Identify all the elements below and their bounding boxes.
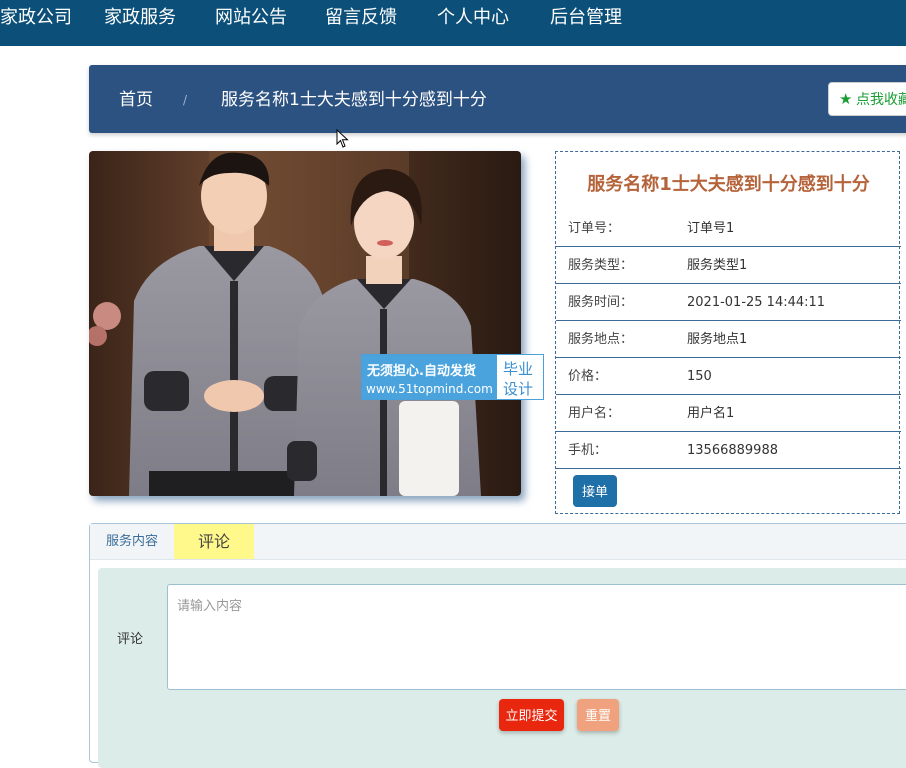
submit-button[interactable]: 立即提交 <box>499 699 564 731</box>
detail-value: 13566889988 <box>687 443 778 458</box>
detail-label: 服务类型： <box>568 258 634 273</box>
detail-label: 服务时间： <box>568 295 634 310</box>
detail-row-username: 用户名： 用户名1 <box>556 395 901 432</box>
nav-item-feedback[interactable]: 留言反馈 <box>325 0 397 36</box>
detail-value: 订单号1 <box>687 221 735 236</box>
detail-value: 服务类型1 <box>687 258 748 273</box>
comment-label: 评论 <box>117 632 144 647</box>
tab-bar: 服务内容 评论 <box>90 524 906 560</box>
breadcrumb-separator: / <box>183 93 188 107</box>
detail-row-phone: 手机： 13566889988 <box>556 432 901 469</box>
watermark-line1: 无须担心.自动发货 <box>367 364 476 379</box>
service-title: 服务名称1士大夫感到十分感到十分 <box>587 174 870 195</box>
mouse-cursor-icon <box>336 128 350 153</box>
nav-item-announcements[interactable]: 网站公告 <box>215 0 287 36</box>
star-icon: ★ <box>839 90 853 108</box>
favorite-button[interactable]: ★ 点我收藏 <box>828 82 906 116</box>
detail-value: 2021-01-25 14:44:11 <box>687 295 826 310</box>
detail-label: 服务地点： <box>568 332 634 347</box>
breadcrumb: 首页 / 服务名称1士大夫感到十分感到十分 <box>89 65 906 133</box>
detail-value: 用户名1 <box>687 406 735 421</box>
detail-value: 150 <box>687 369 712 384</box>
top-navbar: 家政公司 家政服务 网站公告 留言反馈 个人中心 后台管理 <box>0 0 906 46</box>
favorite-button-label: 点我收藏 <box>856 92 906 108</box>
detail-row-time: 服务时间： 2021-01-25 14:44:11 <box>556 284 901 321</box>
detail-label: 用户名： <box>568 406 621 421</box>
watermark-side1: 毕业 <box>503 360 534 378</box>
service-image <box>89 151 521 496</box>
nav-item-personal-center[interactable]: 个人中心 <box>437 0 509 36</box>
tab-comment[interactable]: 评论 <box>174 524 254 559</box>
detail-row-type: 服务类型： 服务类型1 <box>556 247 901 284</box>
nav-item-admin[interactable]: 后台管理 <box>550 0 622 36</box>
detail-row-location: 服务地点： 服务地点1 <box>556 321 901 358</box>
accept-order-button[interactable]: 接单 <box>573 475 617 507</box>
content-panel: 服务内容 评论 评论 <box>89 523 906 768</box>
detail-label: 手机： <box>568 443 608 458</box>
detail-value: 服务地点1 <box>687 332 748 347</box>
breadcrumb-current: 服务名称1士大夫感到十分感到十分 <box>221 90 487 110</box>
watermark-side2: 设计 <box>503 380 534 398</box>
reset-button[interactable]: 重置 <box>577 699 619 731</box>
watermark-url: www.51topmind.com <box>366 382 493 396</box>
tab-service-content[interactable]: 服务内容 <box>106 524 158 559</box>
detail-row-price: 价格： 150 <box>556 358 901 395</box>
service-detail-panel: 服务名称1士大夫感到十分感到十分 订单号： 订单号1 服务类型： 服务类型1 服… <box>555 151 901 514</box>
detail-label: 价格： <box>568 369 608 384</box>
comment-form: 评论 <box>98 568 906 768</box>
watermark-badge: 无须担心.自动发货 www.51topmind.com 毕业 设计 <box>361 354 544 400</box>
detail-label: 订单号： <box>568 221 621 236</box>
nav-item-services[interactable]: 家政服务 <box>104 0 176 36</box>
comment-input[interactable] <box>167 584 906 690</box>
breadcrumb-home-link[interactable]: 首页 <box>119 65 153 135</box>
nav-item-company[interactable]: 家政公司 <box>0 0 72 36</box>
detail-row-order: 订单号： 订单号1 <box>556 210 901 247</box>
